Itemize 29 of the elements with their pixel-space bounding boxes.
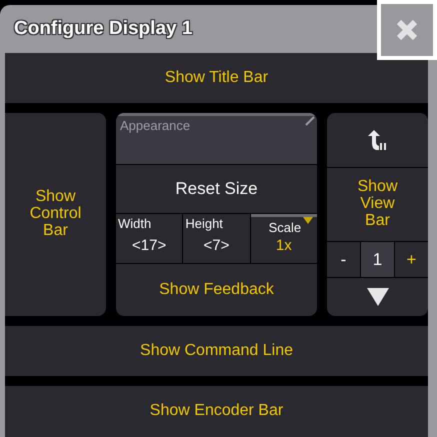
arrow-up-icon <box>366 129 388 151</box>
value-field[interactable]: Scale 1x <box>250 214 317 263</box>
value-field[interactable]: Width <17> <box>116 214 182 263</box>
field-label: Scale <box>268 219 302 235</box>
show-encoder-bar-button[interactable]: Show Encoder Bar <box>5 386 428 437</box>
plus-button[interactable]: + <box>395 242 428 277</box>
field-label: Width <box>117 215 152 231</box>
show-command-line-button[interactable]: Show Command Line <box>5 326 428 376</box>
value-field[interactable]: Height <7> <box>183 214 250 263</box>
show-control-bar-button[interactable]: Show Control Bar <box>5 113 106 316</box>
show-feedback-button[interactable]: Show Feedback <box>116 264 317 316</box>
close-button[interactable] <box>377 0 437 60</box>
triangle-down-icon <box>366 288 388 306</box>
field-value: <7> <box>204 237 230 254</box>
show-title-bar-button[interactable]: Show Title Bar <box>5 53 428 103</box>
dropdown-icon <box>303 217 313 224</box>
appearance-label: Appearance <box>120 118 190 133</box>
page-number: 1 <box>361 242 394 277</box>
window-title: Configure Display 1 <box>13 18 192 40</box>
corner-mark-icon <box>305 116 315 126</box>
show-view-bar-button[interactable]: Show View Bar <box>327 168 428 241</box>
field-value: <17> <box>132 237 166 254</box>
scroll-down-button[interactable] <box>327 278 428 316</box>
reset-size-button[interactable]: Reset Size <box>116 165 317 213</box>
minus-button[interactable]: - <box>327 242 360 277</box>
close-icon <box>395 18 419 42</box>
view-bar-position-button[interactable] <box>327 113 428 167</box>
field-label: Height <box>184 215 223 231</box>
field-value: 1x <box>276 237 292 254</box>
